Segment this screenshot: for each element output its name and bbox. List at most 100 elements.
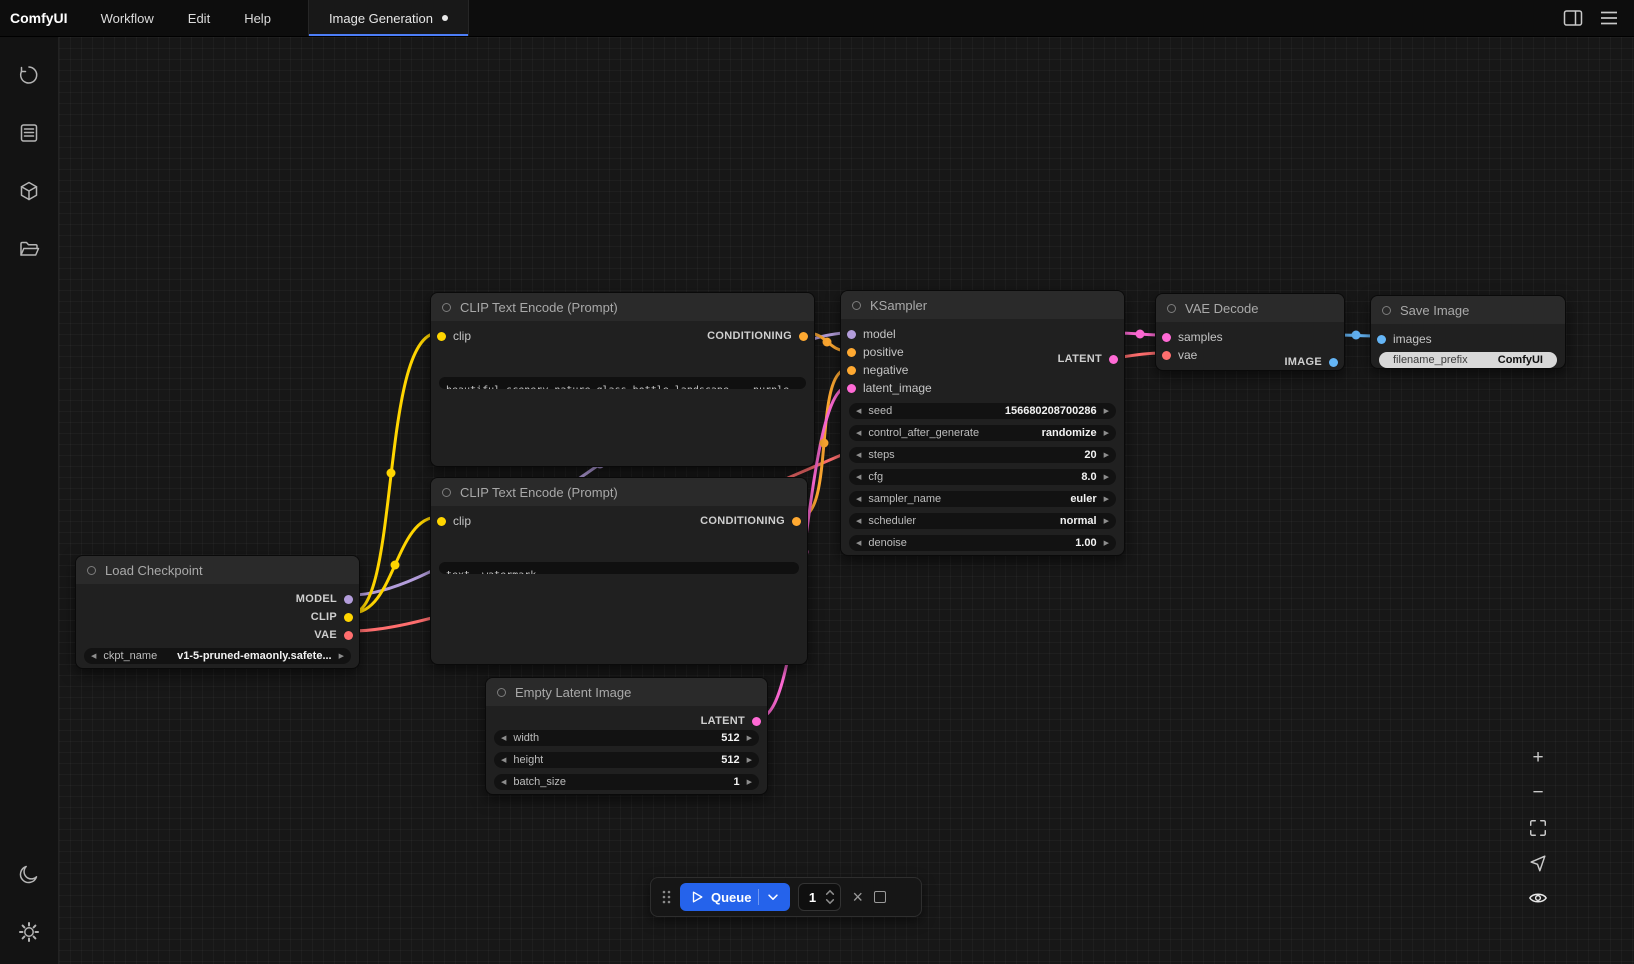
toggle-panel-button[interactable] bbox=[1558, 4, 1588, 32]
increment-arrow-icon[interactable]: ▶ bbox=[1104, 408, 1109, 415]
output-slot-latent[interactable] bbox=[1109, 355, 1118, 364]
select-mode-button[interactable] bbox=[1524, 849, 1552, 877]
decrement-arrow-icon[interactable]: ◀ bbox=[501, 735, 506, 742]
decrement-arrow-icon[interactable]: ◀ bbox=[91, 653, 96, 660]
increment-arrow-icon[interactable]: ▶ bbox=[1104, 474, 1109, 481]
node-header[interactable]: Load Checkpoint bbox=[76, 556, 359, 584]
widget-width[interactable]: ◀ width 512 ▶ bbox=[494, 730, 759, 746]
widget-batch-size[interactable]: ◀ batch_size 1 ▶ bbox=[494, 774, 759, 790]
node-ksampler[interactable]: KSampler model positive negative latent_… bbox=[840, 290, 1125, 556]
collapse-dot[interactable] bbox=[852, 301, 861, 310]
node-header[interactable]: Empty Latent Image bbox=[486, 678, 767, 706]
increment-arrow-icon[interactable]: ▶ bbox=[747, 779, 752, 786]
decrement-arrow-icon[interactable]: ◀ bbox=[856, 518, 861, 525]
widget-cfg[interactable]: ◀ cfg 8.0 ▶ bbox=[849, 469, 1116, 485]
output-slot-vae[interactable] bbox=[344, 631, 353, 640]
model-library-button[interactable] bbox=[9, 171, 49, 211]
input-slot-clip[interactable] bbox=[437, 517, 446, 526]
collapse-dot[interactable] bbox=[1167, 304, 1176, 313]
increment-arrow-icon[interactable]: ▶ bbox=[1104, 430, 1109, 437]
increment-arrow-icon[interactable]: ▶ bbox=[747, 735, 752, 742]
queue-log-button[interactable] bbox=[9, 113, 49, 153]
widget-steps[interactable]: ◀ steps 20 ▶ bbox=[849, 447, 1116, 463]
widget-height[interactable]: ◀ height 512 ▶ bbox=[494, 752, 759, 768]
output-slot-latent[interactable] bbox=[752, 717, 761, 726]
stop-icon[interactable] bbox=[874, 891, 886, 903]
node-clip-text-encode-positive[interactable]: CLIP Text Encode (Prompt) clip CONDITION… bbox=[430, 292, 815, 467]
decrement-arrow-icon[interactable]: ◀ bbox=[501, 757, 506, 764]
widget-sampler-name[interactable]: ◀ sampler_name euler ▶ bbox=[849, 491, 1116, 507]
output-slot-conditioning[interactable] bbox=[799, 332, 808, 341]
settings-button[interactable] bbox=[9, 912, 49, 952]
increment-arrow-icon[interactable]: ▶ bbox=[1104, 452, 1109, 459]
node-header[interactable]: VAE Decode bbox=[1156, 294, 1344, 322]
node-header[interactable]: Save Image bbox=[1371, 296, 1565, 324]
increment-arrow-icon[interactable]: ▶ bbox=[747, 757, 752, 764]
input-slot-vae[interactable] bbox=[1162, 351, 1171, 360]
negative-prompt-textarea[interactable]: text, watermark bbox=[439, 562, 799, 574]
increment-chevron-icon[interactable] bbox=[825, 889, 835, 896]
widget-filename-prefix[interactable]: filename_prefix ComfyUI bbox=[1379, 352, 1557, 368]
input-slot-negative[interactable] bbox=[847, 366, 856, 375]
zoom-in-button[interactable]: + bbox=[1524, 744, 1552, 772]
widget-seed[interactable]: ◀ seed 156680208700286 ▶ bbox=[849, 403, 1116, 419]
node-clip-text-encode-negative[interactable]: CLIP Text Encode (Prompt) clip CONDITION… bbox=[430, 477, 808, 665]
cancel-icon[interactable]: × bbox=[849, 888, 866, 906]
node-header[interactable]: CLIP Text Encode (Prompt) bbox=[431, 293, 814, 321]
collapse-dot[interactable] bbox=[87, 566, 96, 575]
theme-toggle-button[interactable] bbox=[9, 854, 49, 894]
input-slot-latent-image[interactable] bbox=[847, 384, 856, 393]
batch-count-value[interactable]: 1 bbox=[799, 890, 825, 905]
decrement-arrow-icon[interactable]: ◀ bbox=[856, 496, 861, 503]
widget-scheduler[interactable]: ◀ scheduler normal ▶ bbox=[849, 513, 1116, 529]
decrement-arrow-icon[interactable]: ◀ bbox=[856, 408, 861, 415]
decrement-arrow-icon[interactable]: ◀ bbox=[501, 779, 506, 786]
toggle-link-visibility-button[interactable] bbox=[1524, 884, 1552, 912]
widget-denoise[interactable]: ◀ denoise 1.00 ▶ bbox=[849, 535, 1116, 551]
increment-arrow-icon[interactable]: ▶ bbox=[1104, 496, 1109, 503]
node-empty-latent-image[interactable]: Empty Latent Image LATENT ◀ width 512 ▶ … bbox=[485, 677, 768, 795]
workflows-folder-button[interactable] bbox=[9, 229, 49, 269]
drag-handle[interactable] bbox=[660, 888, 672, 906]
decrement-arrow-icon[interactable]: ◀ bbox=[856, 430, 861, 437]
menu-help[interactable]: Help bbox=[227, 0, 288, 36]
menu-workflow[interactable]: Workflow bbox=[84, 0, 171, 36]
batch-count-stepper[interactable]: 1 bbox=[798, 883, 841, 911]
tab-image-generation[interactable]: Image Generation bbox=[309, 0, 468, 36]
decrement-arrow-icon[interactable]: ◀ bbox=[856, 474, 861, 481]
menu-edit[interactable]: Edit bbox=[171, 0, 227, 36]
collapse-dot[interactable] bbox=[442, 488, 451, 497]
chevron-down-icon[interactable] bbox=[766, 890, 780, 904]
decrement-chevron-icon[interactable] bbox=[825, 898, 835, 905]
node-save-image[interactable]: Save Image images filename_prefix ComfyU… bbox=[1370, 295, 1566, 369]
decrement-arrow-icon[interactable]: ◀ bbox=[856, 452, 861, 459]
workflow-history-button[interactable] bbox=[9, 55, 49, 95]
positive-prompt-textarea[interactable]: beautiful scenery nature glass bottle la… bbox=[439, 377, 806, 389]
widget-ckpt-name[interactable]: ◀ ckpt_name v1-5-pruned-emaonly.safete..… bbox=[84, 648, 351, 664]
node-header[interactable]: CLIP Text Encode (Prompt) bbox=[431, 478, 807, 506]
increment-arrow-icon[interactable]: ▶ bbox=[339, 653, 344, 660]
collapse-dot[interactable] bbox=[497, 688, 506, 697]
input-slot-images[interactable] bbox=[1377, 335, 1386, 344]
input-slot-clip[interactable] bbox=[437, 332, 446, 341]
collapse-dot[interactable] bbox=[442, 303, 451, 312]
decrement-arrow-icon[interactable]: ◀ bbox=[856, 540, 861, 547]
increment-arrow-icon[interactable]: ▶ bbox=[1104, 540, 1109, 547]
input-slot-samples[interactable] bbox=[1162, 333, 1171, 342]
output-slot-conditioning[interactable] bbox=[792, 517, 801, 526]
output-slot-model[interactable] bbox=[344, 595, 353, 604]
output-slot-image[interactable] bbox=[1329, 358, 1338, 367]
input-slot-model[interactable] bbox=[847, 330, 856, 339]
queue-button[interactable]: Queue bbox=[680, 883, 790, 911]
main-menu-button[interactable] bbox=[1594, 4, 1624, 32]
node-vae-decode[interactable]: VAE Decode samples vae IMAGE bbox=[1155, 293, 1345, 371]
zoom-out-button[interactable]: − bbox=[1524, 779, 1552, 807]
node-header[interactable]: KSampler bbox=[841, 291, 1124, 319]
input-slot-positive[interactable] bbox=[847, 348, 856, 357]
widget-control-after-generate[interactable]: ◀ control_after_generate randomize ▶ bbox=[849, 425, 1116, 441]
node-load-checkpoint[interactable]: Load Checkpoint MODEL CLIP VAE ◀ ckpt_na… bbox=[75, 555, 360, 669]
fit-view-button[interactable] bbox=[1524, 814, 1552, 842]
collapse-dot[interactable] bbox=[1382, 306, 1391, 315]
output-slot-clip[interactable] bbox=[344, 613, 353, 622]
increment-arrow-icon[interactable]: ▶ bbox=[1104, 518, 1109, 525]
